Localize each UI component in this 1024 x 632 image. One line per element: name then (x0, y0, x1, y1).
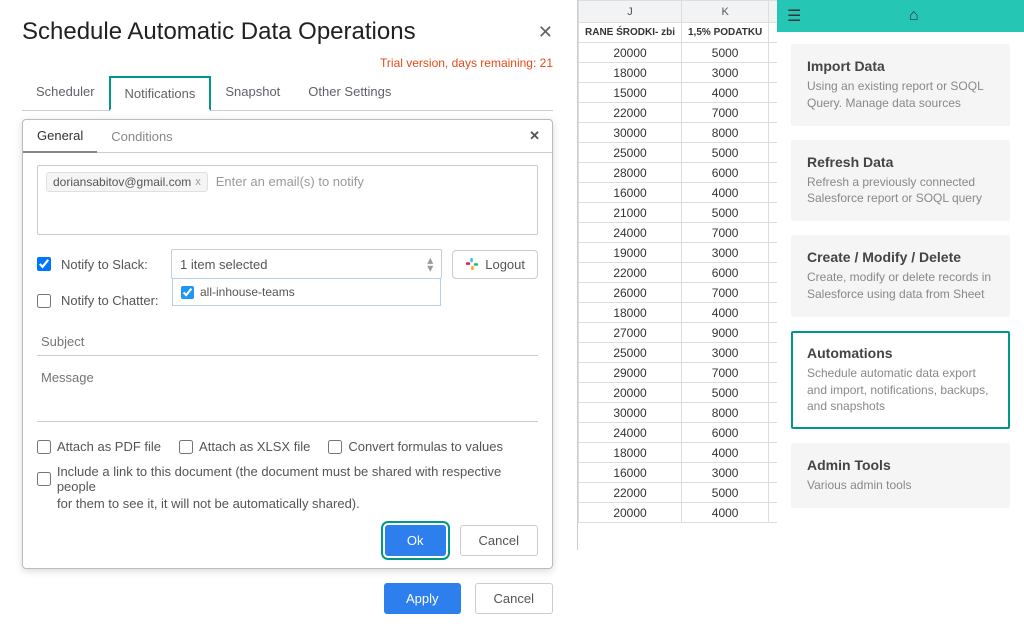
table-row[interactable]: 260007000 (579, 283, 778, 303)
card-create-modify-delete[interactable]: Create / Modify / DeleteCreate, modify o… (791, 235, 1010, 317)
table-row[interactable]: 160004000 (579, 183, 778, 203)
table-row[interactable]: 150004000 (579, 83, 778, 103)
spreadsheet: JK RANE ŚRODKI- zbi1,5% PODATKU200005000… (577, 0, 777, 550)
table-row[interactable]: 220007000 (579, 103, 778, 123)
table-row[interactable]: 240006000 (579, 423, 778, 443)
include-link-checkbox[interactable] (37, 472, 51, 486)
slack-select[interactable]: 1 item selected ▴▾ all-inhouse-teams (171, 249, 442, 279)
tab-conditions[interactable]: Conditions (97, 121, 186, 152)
table-row[interactable]: 200004000 (579, 503, 778, 523)
schedule-dialog: Schedule Automatic Data Operations ✕ Tri… (0, 0, 575, 632)
table-row[interactable]: 180003000 (579, 63, 778, 83)
card-automations[interactable]: AutomationsSchedule automatic data expor… (791, 331, 1010, 429)
logout-button[interactable]: Logout (452, 250, 538, 279)
notify-chatter-label: Notify to Chatter: (61, 293, 161, 308)
table-row[interactable]: 200005000 (579, 383, 778, 403)
home-icon[interactable]: ⌂ (909, 7, 919, 24)
table-row[interactable]: 270009000 (579, 323, 778, 343)
notify-chatter-checkbox[interactable] (37, 294, 51, 308)
inner-close-icon[interactable]: ✕ (517, 120, 552, 152)
table-row[interactable]: 250003000 (579, 343, 778, 363)
email-placeholder: Enter an email(s) to notify (216, 172, 364, 189)
slack-icon (465, 257, 479, 271)
table-row[interactable]: 250005000 (579, 143, 778, 163)
apply-button[interactable]: Apply (384, 583, 461, 614)
ok-button[interactable]: Ok (385, 525, 446, 556)
side-panel: ☰ ⌂ Import DataUsing an existing report … (777, 0, 1024, 550)
slack-option-checkbox[interactable] (181, 286, 194, 299)
email-input[interactable]: doriansabitov@gmail.com x Enter an email… (37, 165, 538, 235)
outer-tabs: Scheduler Notifications Snapshot Other S… (22, 76, 553, 111)
table-row[interactable]: 210005000 (579, 203, 778, 223)
table-row[interactable]: 220005000 (579, 483, 778, 503)
notify-slack-checkbox[interactable] (37, 257, 51, 271)
table-row[interactable]: 300008000 (579, 403, 778, 423)
select-arrows-icon: ▴▾ (427, 256, 433, 272)
convert-checkbox[interactable] (328, 440, 342, 454)
card-refresh-data[interactable]: Refresh DataRefresh a previously connect… (791, 140, 1010, 222)
table-row[interactable]: 240007000 (579, 223, 778, 243)
table-row[interactable]: 180004000 (579, 303, 778, 323)
attach-pdf-checkbox[interactable] (37, 440, 51, 454)
subject-input[interactable] (37, 328, 538, 356)
card-admin-tools[interactable]: Admin ToolsVarious admin tools (791, 443, 1010, 508)
notifications-modal: General Conditions ✕ doriansabitov@gmail… (22, 119, 553, 569)
message-input[interactable] (37, 364, 538, 422)
tab-snapshot[interactable]: Snapshot (211, 76, 294, 110)
outer-cancel-button[interactable]: Cancel (475, 583, 553, 614)
table-row[interactable]: 220006000 (579, 263, 778, 283)
table-row[interactable]: 300008000 (579, 123, 778, 143)
panel-header: ☰ ⌂ (777, 0, 1024, 32)
email-chip[interactable]: doriansabitov@gmail.com x (46, 172, 208, 192)
attach-xlsx-checkbox[interactable] (179, 440, 193, 454)
tab-scheduler[interactable]: Scheduler (22, 76, 109, 110)
trial-notice: Trial version, days remaining: 21 (22, 56, 553, 70)
table-row[interactable]: 190003000 (579, 243, 778, 263)
sheet-table[interactable]: JK RANE ŚRODKI- zbi1,5% PODATKU200005000… (578, 0, 777, 523)
notify-slack-label: Notify to Slack: (61, 257, 161, 272)
close-icon[interactable]: ✕ (538, 22, 553, 43)
dialog-title: Schedule Automatic Data Operations (22, 18, 416, 46)
card-import-data[interactable]: Import DataUsing an existing report or S… (791, 44, 1010, 126)
slack-dropdown: all-inhouse-teams (172, 278, 441, 306)
table-row[interactable]: 290007000 (579, 363, 778, 383)
menu-icon[interactable]: ☰ (787, 6, 801, 26)
remove-chip-icon[interactable]: x (195, 176, 201, 188)
table-row[interactable]: 280006000 (579, 163, 778, 183)
table-row[interactable]: 180004000 (579, 443, 778, 463)
table-row[interactable]: 200005000 (579, 43, 778, 63)
inner-cancel-button[interactable]: Cancel (460, 525, 538, 556)
tab-notifications[interactable]: Notifications (109, 76, 212, 111)
tab-general[interactable]: General (23, 120, 97, 153)
tab-other-settings[interactable]: Other Settings (294, 76, 405, 110)
table-row[interactable]: 160003000 (579, 463, 778, 483)
